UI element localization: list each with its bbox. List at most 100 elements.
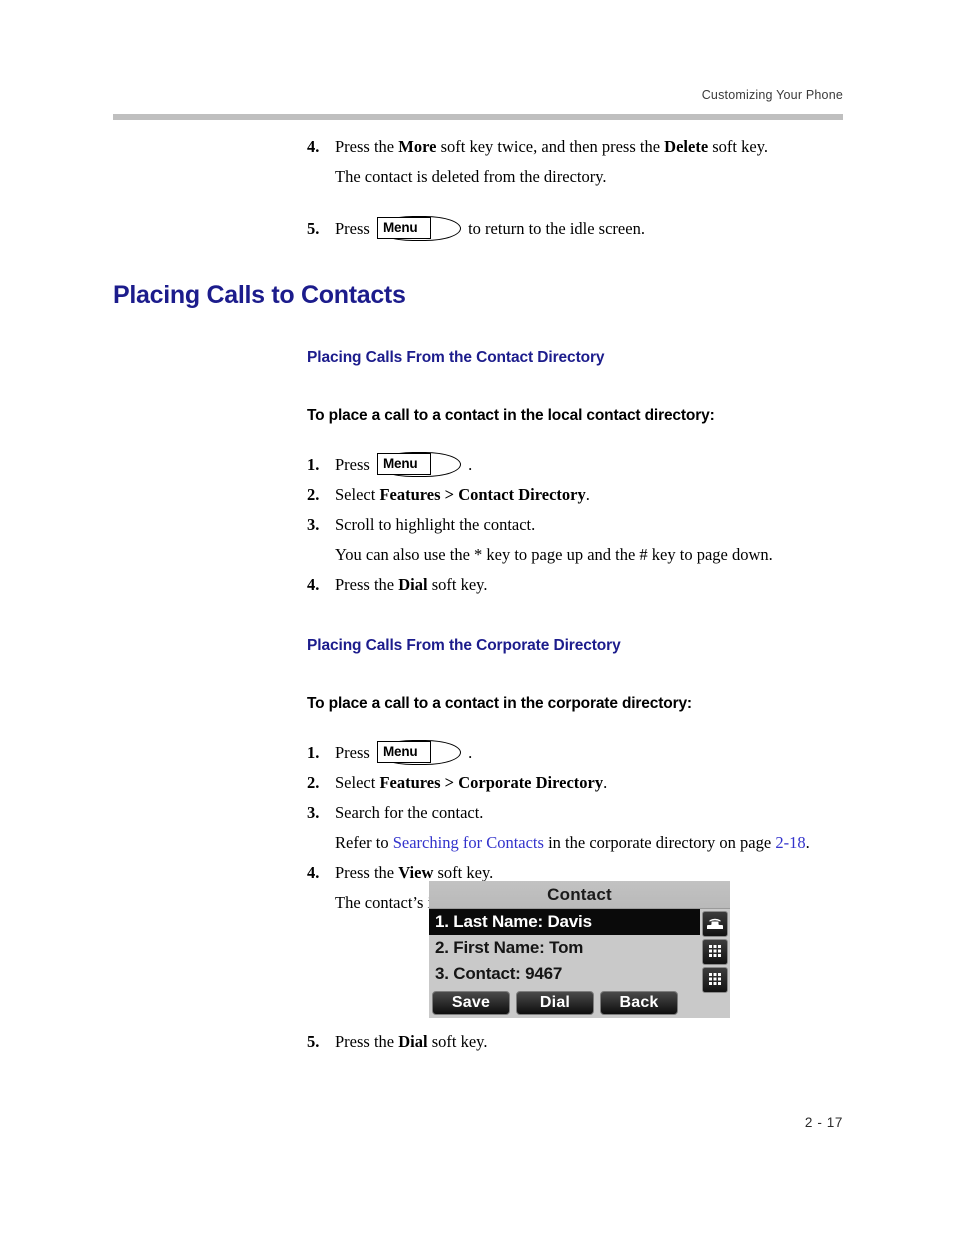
step-text: Press Menu .	[335, 450, 954, 480]
lcd-row-label: 2. First Name: Tom	[435, 938, 584, 957]
lcd-field-list: 1. Last Name: Davis 2. First Name: Tom 3…	[429, 909, 700, 987]
softkey-name-view: View	[398, 863, 434, 882]
step-text-part: Select	[335, 773, 380, 792]
step-text-part: Press the	[335, 1032, 399, 1051]
list-item: 5. Press the Dial soft key.	[0, 1027, 954, 1057]
soft-key-dial[interactable]: Dial	[516, 991, 594, 1015]
lcd-title-bar: Contact	[429, 881, 730, 909]
page-number: 2 - 17	[804, 1115, 843, 1130]
list-item: 2. Select Features > Corporate Directory…	[0, 768, 954, 798]
step-text: Select Features > Corporate Directory.	[335, 768, 954, 798]
menu-path-corporate-directory: Features > Corporate Directory	[379, 773, 604, 792]
step-text-part: to return to the idle screen.	[463, 219, 645, 238]
subsection-heading-local: Placing Calls From the Contact Directory	[307, 349, 605, 366]
menu-key-plate: Menu	[376, 741, 431, 763]
keypad-icon[interactable]	[702, 939, 728, 965]
list-item: 4. Press the More soft key twice, and th…	[0, 132, 954, 162]
running-header: Customizing Your Phone	[701, 88, 843, 102]
keypad-icon[interactable]	[702, 967, 728, 993]
list-item: 3. Scroll to highlight the contact.	[0, 510, 954, 540]
step-continuation: You can also use the * key to page up an…	[335, 545, 773, 564]
step-text: Scroll to highlight the contact.	[335, 515, 536, 534]
menu-key-label: Menu	[382, 220, 418, 235]
step-text-part: Press	[335, 219, 374, 238]
step-text-part: soft key.	[427, 575, 488, 594]
lcd-row-label: 1. Last Name: Davis	[435, 912, 592, 931]
step-text-part: .	[603, 773, 608, 792]
step-text: Select Features > Contact Directory.	[335, 480, 954, 510]
menu-key-plate: Menu	[376, 453, 431, 475]
step-text-part: Press	[335, 743, 374, 762]
link-page-2-18[interactable]: 2-18	[775, 833, 805, 852]
menu-path-contact-directory: Features > Contact Directory	[379, 485, 586, 504]
menu-key-label: Menu	[382, 456, 418, 471]
menu-hardkey-icon: Menu	[376, 452, 461, 477]
step-text: Press the Dial soft key.	[335, 570, 954, 600]
step-text-part: soft key.	[708, 137, 769, 156]
step-text: Search for the contact.	[335, 803, 484, 822]
step-number: 3.	[307, 803, 320, 822]
step-number: 4.	[307, 137, 320, 156]
step-number: 5.	[307, 1032, 320, 1051]
phone-screen-figure: Contact 1. Last Name: Davis 2. First Nam…	[429, 881, 730, 1018]
list-item: 1. Press Menu .	[0, 738, 954, 768]
step-text: Press the More soft key twice, and then …	[335, 132, 954, 162]
step-text: Press the Dial soft key.	[335, 1027, 954, 1057]
step-continuation: The contact is deleted from the director…	[335, 167, 607, 186]
lcd-line-key-rail	[702, 911, 728, 993]
softkey-name-dial: Dial	[398, 575, 428, 594]
lead-in-local: To place a call to a contact in the loca…	[307, 407, 715, 424]
softkey-name-dial: Dial	[398, 1032, 428, 1051]
step-number: 3.	[307, 515, 320, 534]
link-searching-for-contacts[interactable]: Searching for Contacts	[393, 833, 544, 852]
lcd-row-first-name[interactable]: 2. First Name: Tom	[429, 935, 700, 961]
cross-reference-line: Refer to Searching for Contacts in the c…	[335, 828, 954, 858]
xref-mid: in the corporate directory on page	[543, 833, 776, 852]
step-number: 2.	[307, 773, 320, 792]
step-text: Press Menu .	[335, 738, 954, 768]
step-text-part: .	[463, 743, 473, 762]
step-text-part: soft key.	[433, 863, 494, 882]
softkey-name-delete: Delete	[664, 137, 709, 156]
soft-key-save[interactable]: Save	[432, 991, 510, 1015]
step-text-part: Press the	[335, 575, 399, 594]
lead-in-corporate: To place a call to a contact in the corp…	[307, 695, 692, 712]
step-text: Press Menu to return to the idle screen.	[335, 214, 954, 244]
xref-suffix: .	[805, 833, 810, 852]
soft-key-back[interactable]: Back	[600, 991, 678, 1015]
list-item: 3. Search for the contact.	[0, 798, 954, 828]
step-number: 1.	[307, 743, 320, 762]
page-title: Placing Calls to Contacts	[113, 281, 406, 309]
handset-icon[interactable]	[702, 911, 728, 937]
step-number: 5.	[307, 219, 320, 238]
step-text-part: soft key twice, and then press the	[436, 137, 665, 156]
step-text-part: Press	[335, 455, 374, 474]
step-text-part: Press the	[335, 863, 399, 882]
list-item: 4. Press the Dial soft key.	[0, 570, 954, 600]
lcd-soft-key-bar: Save Dial Back	[432, 991, 678, 1015]
list-item: 2. Select Features > Contact Directory.	[0, 480, 954, 510]
list-item: 5. Press Menu to return to the idle scre…	[0, 214, 954, 244]
step-text-part: .	[585, 485, 590, 504]
step-text-part: soft key.	[427, 1032, 488, 1051]
lcd-row-contact[interactable]: 3. Contact: 9467	[429, 961, 700, 987]
step-number: 2.	[307, 485, 320, 504]
step-number: 4.	[307, 575, 320, 594]
subsection-heading-corporate: Placing Calls From the Corporate Directo…	[307, 637, 621, 654]
page-content: 4. Press the More soft key twice, and th…	[0, 132, 954, 918]
step-text-part: .	[463, 455, 473, 474]
menu-key-plate: Menu	[376, 217, 431, 239]
softkey-name-more: More	[398, 137, 437, 156]
xref-prefix: Refer to	[335, 833, 393, 852]
step-text-part: Select	[335, 485, 380, 504]
step-number: 4.	[307, 863, 320, 882]
lcd-row-last-name[interactable]: 1. Last Name: Davis	[429, 909, 700, 935]
step-number: 1.	[307, 455, 320, 474]
menu-hardkey-icon: Menu	[376, 740, 461, 765]
menu-hardkey-icon: Menu	[376, 216, 461, 241]
step-text-part: Press the	[335, 137, 399, 156]
list-item: 1. Press Menu .	[0, 450, 954, 480]
lcd-screen-title: Contact	[547, 884, 612, 904]
menu-key-label: Menu	[382, 744, 418, 759]
lcd-row-label: 3. Contact: 9467	[435, 964, 563, 983]
